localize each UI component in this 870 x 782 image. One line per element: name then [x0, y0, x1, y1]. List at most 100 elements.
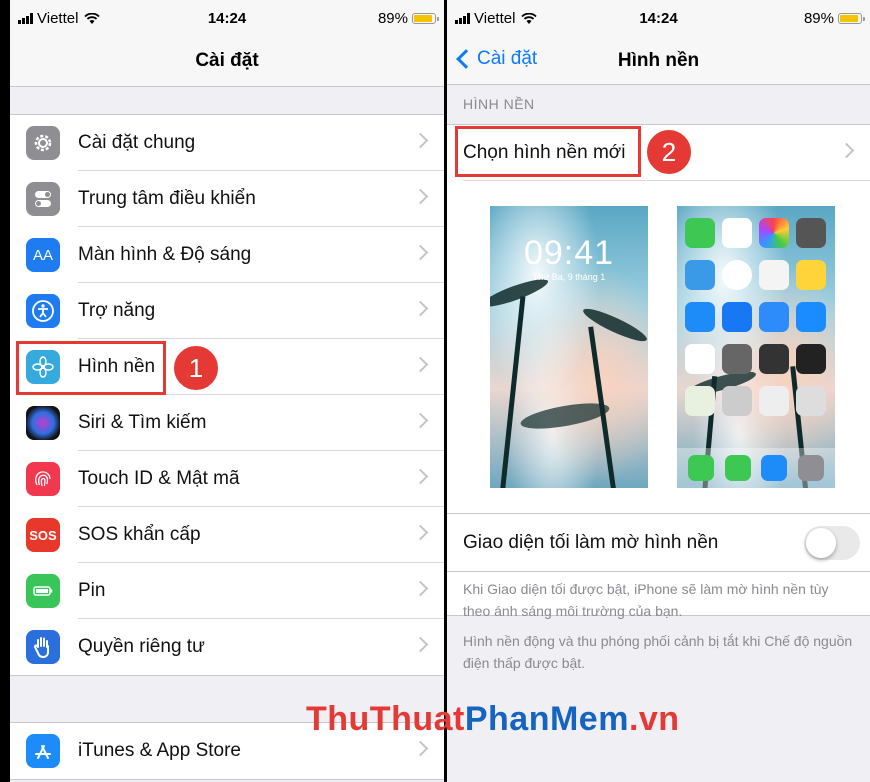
settings-item-label: Trung tâm điều khiển [78, 188, 256, 209]
messages-icon [724, 455, 751, 481]
zalo-icon [796, 302, 826, 332]
footnote-low-power: Hình nền động và thu phóng phối cảnh bị … [463, 633, 853, 671]
fingerprint-icon [26, 462, 60, 496]
battery-icon [838, 13, 865, 24]
calculator-icon [722, 344, 752, 374]
status-bar: Viettel 14:24 89% [447, 0, 870, 38]
wallpaper-highlight-box [16, 341, 166, 395]
page-title: Hình nền [617, 50, 700, 71]
section-header: HÌNH NỀN [463, 96, 535, 112]
toggle-knob [806, 528, 836, 558]
toggles-icon [26, 182, 60, 216]
app-grid [685, 218, 826, 416]
settings-item-battery[interactable]: Pin [10, 563, 444, 619]
facetime-icon [685, 218, 715, 248]
settings-screen: Viettel 14:24 89% Cài đặt Cài đặt chung … [10, 0, 444, 782]
home-screen-preview[interactable] [677, 206, 835, 488]
messenger-icon [759, 302, 789, 332]
dark-dim-row: Giao diện tối làm mờ hình nền [447, 514, 870, 571]
chevron-right-icon [412, 244, 429, 261]
folder-icon [722, 386, 752, 416]
chevron-right-icon [412, 636, 429, 653]
clock-icon [722, 260, 752, 290]
nav-bar: Cài đặt [10, 38, 444, 87]
settings-item-accessibility[interactable]: Trợ năng [10, 283, 444, 339]
settings-item-touch-id[interactable]: Touch ID & Mật mã [10, 451, 444, 507]
page-title: Cài đặt [195, 50, 259, 71]
chevron-right-icon [412, 412, 429, 429]
settings-item-label: iTunes & App Store [78, 740, 242, 761]
choose-highlight-box [455, 126, 641, 177]
watermark-part-2: PhanMem [464, 700, 629, 738]
folder-icon [759, 386, 789, 416]
weather-icon [685, 260, 715, 290]
nav-bar: Cài đặt Hình nền [447, 38, 870, 85]
settings-item-siri[interactable]: Siri & Tìm kiếm [10, 395, 444, 451]
settings-item-label: Touch ID & Mật mã [78, 468, 240, 489]
photos-icon [759, 218, 789, 248]
chevron-right-icon [412, 132, 429, 149]
settings-icon [797, 455, 824, 481]
step-badge-2: 2 [645, 128, 693, 176]
chevron-right-icon [412, 188, 429, 205]
folder-icon [796, 386, 826, 416]
battery-percent: 89% [803, 10, 834, 27]
settings-item-label: Màn hình & Độ sáng [78, 244, 252, 265]
battery-percent: 89% [377, 10, 408, 27]
lock-screen-preview[interactable]: 09:41 Thứ Ba, 9 tháng 1 [490, 206, 648, 488]
status-bar: Viettel 14:24 89% [10, 0, 444, 38]
settings-item-label: SOS khẩn cấp [78, 524, 201, 545]
settings-item-display[interactable]: AA Màn hình & Độ sáng [10, 227, 444, 283]
footnote-dark: Khi Giao diện tối được bật, iPhone sẽ là… [463, 581, 829, 619]
chevron-right-icon [838, 142, 855, 159]
chevron-right-icon [412, 468, 429, 485]
battery-icon [26, 574, 60, 608]
activity-icon [796, 344, 826, 374]
chevron-right-icon [412, 580, 429, 597]
text-size-icon: AA [26, 238, 60, 272]
settings-item-general[interactable]: Cài đặt chung [10, 115, 444, 171]
watermark: ThuThuatPhanMem.vn [306, 700, 680, 739]
wallpaper-screen: Viettel 14:24 89% Cài đặt Hình nền HÌNH … [447, 0, 870, 782]
chevron-right-icon [412, 300, 429, 317]
reminders-icon [759, 260, 789, 290]
settings-item-label: Quyền riêng tư [78, 636, 205, 657]
settings-item-control-center[interactable]: Trung tâm điều khiển [10, 171, 444, 227]
app-store-icon [26, 734, 60, 768]
vivaldi-icon [685, 344, 715, 374]
accessibility-icon [26, 294, 60, 328]
watermark-part-3: .vn [628, 700, 680, 738]
settings-list: Cài đặt chung Trung tâm điều khiển AA Mà… [10, 114, 444, 676]
battery-icon [412, 13, 439, 24]
chevron-right-icon [412, 356, 429, 373]
phone-icon [688, 455, 715, 481]
dock [677, 448, 835, 488]
compass-icon [759, 344, 789, 374]
calendar-icon [722, 218, 752, 248]
chevron-right-icon [412, 740, 429, 757]
dark-dim-label: Giao diện tối làm mờ hình nền [463, 531, 719, 553]
notes-icon [796, 260, 826, 290]
app-store-icon [685, 302, 715, 332]
lock-time: 09:41 [523, 234, 615, 272]
maps-icon [685, 386, 715, 416]
settings-item-sos[interactable]: SOS SOS khẩn cấp [10, 507, 444, 563]
gear-icon [26, 126, 60, 160]
settings-item-label: Siri & Tìm kiếm [78, 412, 207, 433]
siri-icon [26, 406, 60, 440]
dark-dim-group: Giao diện tối làm mờ hình nền [447, 513, 870, 572]
safari-icon [761, 455, 788, 481]
sos-icon: SOS [26, 518, 60, 552]
chevron-right-icon [412, 524, 429, 541]
battery-status: 89% [803, 10, 865, 27]
lock-date: Thứ Ba, 9 tháng 1 [532, 272, 606, 282]
facebook-icon [722, 302, 752, 332]
settings-item-label: Trợ năng [78, 300, 156, 321]
battery-status: 89% [377, 10, 439, 27]
settings-item-label: Cài đặt chung [78, 132, 196, 153]
hand-icon [26, 630, 60, 664]
watermark-part-1: ThuThuat [306, 700, 465, 738]
dark-dim-toggle[interactable] [804, 526, 860, 560]
settings-item-privacy[interactable]: Quyền riêng tư [10, 619, 444, 675]
settings-item-label: Pin [78, 580, 106, 601]
